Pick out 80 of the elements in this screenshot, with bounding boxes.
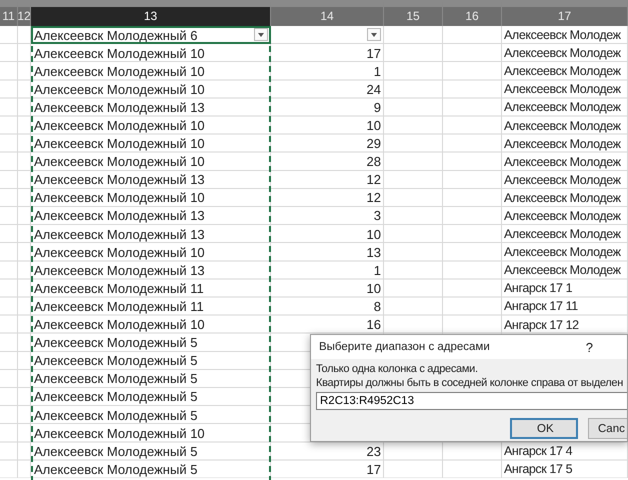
table-cell: Алексеевск Молодежный 5 bbox=[34, 408, 198, 423]
table-cell: Алексеевск Молодежный 5 bbox=[34, 335, 198, 350]
table-cell: 1 bbox=[374, 64, 381, 79]
table-cell: Алексеевск Молодежный 10 bbox=[34, 82, 205, 97]
table-cell: Алексеевск Молодеж bbox=[504, 190, 621, 205]
table-cell: 3 bbox=[374, 208, 381, 224]
table-cell: 10 bbox=[366, 118, 381, 134]
table-cell: Ангарск 17 4 bbox=[504, 444, 572, 458]
table-cell: Алексеевск Молодежный 11 bbox=[34, 298, 204, 314]
table-cell: Алексеевск Молодеж bbox=[504, 208, 621, 223]
column-header[interactable]: 14 bbox=[271, 0, 384, 26]
table-cell: 10 bbox=[366, 226, 381, 242]
table-cell: Алексеевск Молодеж bbox=[504, 118, 621, 133]
table-cell: Алексеевск Молодежный 5 bbox=[34, 371, 198, 386]
table-cell: Алексеевск Молодежный 5 bbox=[34, 353, 198, 368]
column-header[interactable]: 17 bbox=[502, 0, 628, 26]
table-cell: 16 bbox=[366, 317, 381, 332]
table-cell: 1 bbox=[374, 262, 381, 278]
table-cell: Алексеевск Молодеж bbox=[504, 64, 621, 78]
range-input-field[interactable]: R2C13:R4952C13 bbox=[316, 392, 627, 410]
table-cell: 13 bbox=[366, 244, 381, 260]
table-cell: Алексеевск Молодежный 10 bbox=[34, 118, 205, 134]
table-cell: Ангарск 17 12 bbox=[504, 318, 579, 332]
help-button[interactable]: ? bbox=[586, 340, 593, 354]
table-cell: Алексеевск Молодежный 10 bbox=[34, 317, 205, 332]
column-header[interactable]: 16 bbox=[443, 0, 502, 26]
table-cell: Алексеевск Молодежный 10 bbox=[34, 190, 205, 206]
table-cell: Алексеевск Молодежный 10 bbox=[34, 46, 205, 61]
table-cell: Алексеевск Молодежный 5 bbox=[34, 462, 198, 477]
column-header[interactable]: 15 bbox=[384, 0, 443, 26]
table-cell: Алексеевск Молодежный 11 bbox=[34, 280, 204, 296]
table-cell: 17 bbox=[366, 46, 381, 61]
table-cell: Алексеевск Молодежный 13 bbox=[34, 100, 205, 115]
caret-icon bbox=[258, 32, 264, 36]
table-cell: 10 bbox=[366, 280, 381, 296]
table-cell: Алексеевск Молодеж bbox=[504, 46, 621, 60]
table-cell: Алексеевск Молодеж bbox=[504, 136, 621, 151]
table-cell: Алексеевск Молодежный 10 bbox=[34, 154, 205, 170]
instruction-text: Квартиры должны быть в соседней колонке справа от выделен bbox=[316, 376, 624, 390]
table-cell: Алексеевск Молодежный 13 bbox=[34, 262, 205, 278]
column-header[interactable]: 13 bbox=[31, 0, 271, 26]
table-cell: 24 bbox=[366, 82, 381, 97]
table-cell: Алексеевск Молодежный 13 bbox=[34, 172, 205, 188]
dialog-button[interactable]: OK bbox=[510, 418, 578, 439]
table-cell: Алексеевск Молодежный 13 bbox=[34, 226, 205, 242]
table-cell: 29 bbox=[366, 136, 381, 152]
dialog-title: Выберите диапазон с адресами bbox=[319, 341, 490, 353]
table-cell: Алексеевск Молодежный 6 bbox=[34, 28, 198, 43]
table-cell: Алексеевск Молодежный 10 bbox=[34, 64, 205, 79]
caret-icon bbox=[371, 32, 377, 36]
table-cell: Алексеевск Молодеж bbox=[504, 154, 621, 169]
table-cell: 8 bbox=[374, 298, 381, 314]
filter-dropdown-button[interactable] bbox=[367, 28, 381, 41]
table-cell: Алексеевск Молодеж bbox=[504, 82, 621, 96]
table-cell: Алексеевск Молодеж bbox=[504, 227, 621, 242]
table-cell: Алексеевск Молодежный 10 bbox=[34, 244, 205, 260]
table-cell: 12 bbox=[366, 172, 381, 188]
table-cell: Алексеевск Молодежный 10 bbox=[34, 136, 205, 152]
table-cell: Алексеевск Молодежный 10 bbox=[34, 426, 205, 441]
table-cell: 23 bbox=[366, 444, 381, 459]
table-cell: 9 bbox=[374, 100, 381, 115]
table-cell: Ангарск 17 11 bbox=[504, 299, 578, 314]
table-cell: Алексеевск Молодежный 13 bbox=[34, 208, 205, 224]
column-header[interactable]: 12 bbox=[18, 0, 31, 26]
table-cell: Алексеевск Молодежный 5 bbox=[34, 444, 198, 459]
table-cell: 17 bbox=[366, 462, 381, 477]
table-cell: Алексеевск Молодежный 5 bbox=[34, 389, 198, 404]
instruction-text: Только одна колонка с адресами. bbox=[316, 362, 479, 376]
table-cell: 12 bbox=[366, 190, 381, 206]
table-cell: 28 bbox=[366, 154, 381, 170]
dialog-button[interactable]: Canc bbox=[588, 418, 627, 439]
column-header[interactable]: 11 bbox=[0, 0, 18, 26]
table-cell: Алексеевск Молодеж bbox=[504, 28, 621, 42]
filter-dropdown-button[interactable] bbox=[254, 28, 268, 41]
table-cell: Алексеевск Молодеж bbox=[504, 263, 621, 278]
table-cell: Ангарск 17 5 bbox=[504, 462, 572, 476]
table-cell: Алексеевск Молодеж bbox=[504, 245, 621, 260]
table-cell: Алексеевск Молодеж bbox=[504, 100, 621, 114]
table-cell: Ангарск 17 1 bbox=[504, 281, 572, 296]
table-cell: Алексеевск Молодеж bbox=[504, 172, 621, 187]
